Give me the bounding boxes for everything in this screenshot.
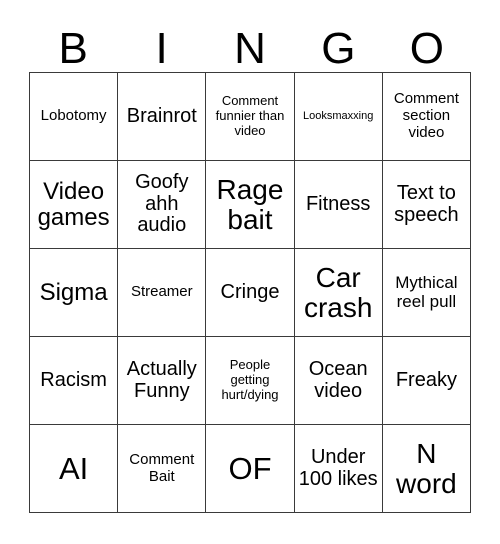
bingo-cell-label: Actually Funny	[126, 357, 197, 402]
bingo-cell-r5c5[interactable]: N word	[382, 425, 471, 513]
bingo-cell-label: Sigma	[39, 278, 108, 306]
bingo-cell-label: Rage bait	[216, 174, 284, 235]
bingo-cell-r2c1[interactable]: Video games	[30, 161, 119, 249]
bingo-cell-label: Lobotomy	[40, 107, 107, 125]
bingo-cell-label: People getting hurt/dying	[221, 357, 279, 402]
bingo-cell-r4c4[interactable]: Ocean video	[294, 337, 383, 425]
bingo-cell-label: Cringe	[220, 280, 280, 303]
bingo-cell-r4c5[interactable]: Freaky	[382, 337, 471, 425]
bingo-cell-label: Comment section video	[393, 90, 459, 141]
bingo-cell-label: Comment Bait	[129, 450, 195, 485]
bingo-cell-r5c4[interactable]: Under 100 likes	[294, 425, 383, 513]
bingo-cell-r2c4[interactable]: Fitness	[294, 161, 383, 249]
bingo-cell-r3c1[interactable]: Sigma	[30, 249, 119, 337]
header-letter-n: N	[234, 24, 266, 73]
header-letter-i: I	[155, 24, 168, 73]
bingo-cell-r1c3[interactable]: Comment funnier than video	[206, 73, 295, 161]
bingo-cell-r1c4[interactable]: Looksmaxxing	[294, 73, 383, 161]
bingo-cell-label: Video games	[37, 178, 110, 231]
bingo-cell-r5c2[interactable]: Comment Bait	[118, 425, 207, 513]
bingo-cell-r4c2[interactable]: Actually Funny	[118, 337, 207, 425]
bingo-cell-r3c5[interactable]: Mythical reel pull	[382, 249, 471, 337]
bingo-cell-label: Mythical reel pull	[395, 272, 458, 311]
bingo-cell-label: Comment funnier than video	[215, 93, 285, 138]
bingo-header-row: B I N G O	[29, 14, 471, 72]
bingo-cell-r3c3[interactable]: Cringe	[206, 249, 295, 337]
bingo-cell-r3c4[interactable]: Car crash	[294, 249, 383, 337]
bingo-cell-r1c2[interactable]: Brainrot	[118, 73, 207, 161]
bingo-cell-r5c1[interactable]: AI	[30, 425, 119, 513]
bingo-cell-label: N word	[396, 438, 457, 499]
bingo-cell-label: Brainrot	[126, 104, 197, 127]
bingo-cell-label: Ocean video	[308, 357, 368, 402]
bingo-cell-label: Streamer	[130, 283, 193, 301]
bingo-cell-label: Looksmaxxing	[303, 109, 374, 122]
bingo-cell-label: Freaky	[395, 368, 457, 391]
bingo-cell-r5c3[interactable]: OF	[206, 425, 295, 513]
bingo-cell-label: AI	[58, 450, 89, 486]
bingo-cell-label: Fitness	[305, 192, 371, 215]
bingo-cell-r1c1[interactable]: Lobotomy	[30, 73, 119, 161]
bingo-cell-r2c3[interactable]: Rage bait	[206, 161, 295, 249]
header-letter-g: G	[321, 24, 356, 73]
bingo-grid: Lobotomy Brainrot Comment funnier than v…	[29, 72, 471, 513]
header-letter-b: B	[58, 24, 88, 73]
bingo-cell-r2c5[interactable]: Text to speech	[382, 161, 471, 249]
bingo-cell-r2c2[interactable]: Goofy ahh audio	[118, 161, 207, 249]
bingo-cell-label: Car crash	[303, 262, 373, 323]
bingo-cell-label: Racism	[40, 368, 107, 391]
bingo-cell-label: Goofy ahh audio	[135, 171, 189, 237]
bingo-cell-r4c1[interactable]: Racism	[30, 337, 119, 425]
bingo-cell-r4c3[interactable]: People getting hurt/dying	[206, 337, 295, 425]
bingo-cell-label: Under 100 likes	[298, 445, 378, 490]
bingo-card: B I N G O Lobotomy Brainrot Comment funn…	[0, 0, 500, 544]
bingo-cell-r3c2[interactable]: Streamer	[118, 249, 207, 337]
bingo-cell-label: Text to speech	[394, 181, 459, 226]
bingo-cell-label: OF	[228, 450, 272, 486]
bingo-cell-r1c5[interactable]: Comment section video	[382, 73, 471, 161]
header-letter-o: O	[409, 24, 444, 73]
